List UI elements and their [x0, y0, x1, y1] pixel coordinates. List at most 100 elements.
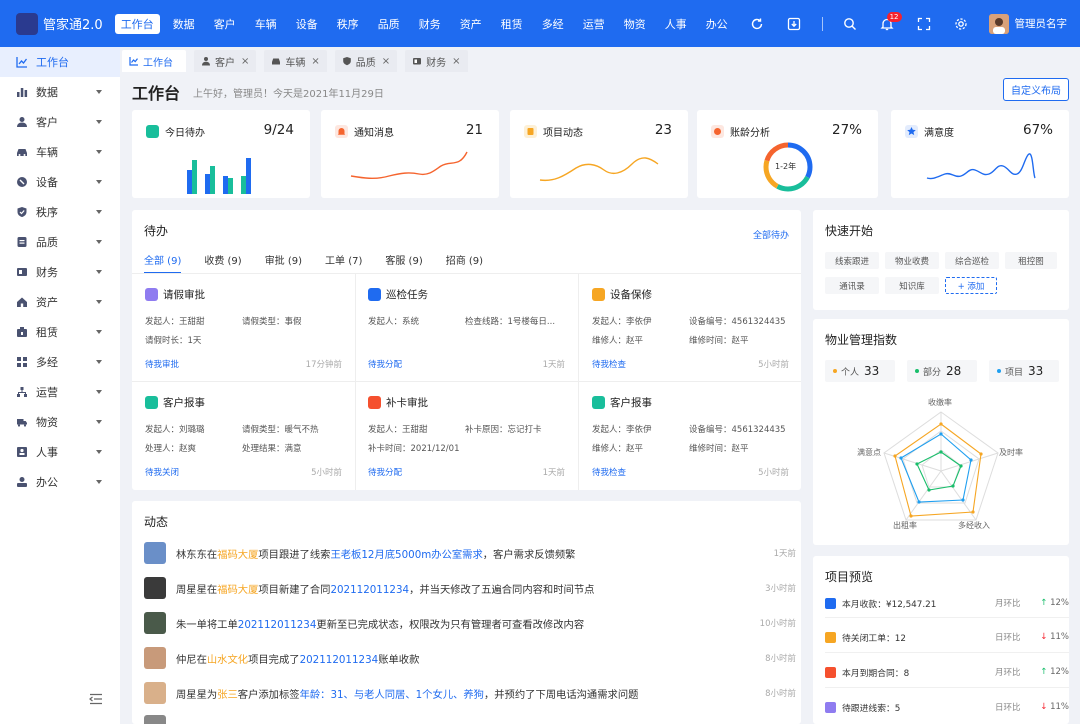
- activity-link[interactable]: 王老板12月底5000m办公室需求: [330, 549, 482, 561]
- refresh-icon[interactable]: [748, 15, 766, 33]
- todo-status-link[interactable]: 待我检查: [592, 358, 626, 370]
- activity-link[interactable]: 福码大厦: [217, 584, 258, 596]
- preview-row[interactable]: 待跟进线索：5 日环比 ↓ 11%: [825, 699, 1069, 715]
- sidebar-item-assets[interactable]: 资产: [0, 287, 120, 317]
- sidebar-item-vehicle[interactable]: 车辆: [0, 137, 120, 167]
- sidebar-item-data[interactable]: 数据: [0, 77, 120, 107]
- sidebar-item-quality[interactable]: 品质: [0, 227, 120, 257]
- quick-tag[interactable]: 综合巡检: [945, 252, 999, 269]
- gear-icon[interactable]: [952, 15, 970, 33]
- index-tab-personal[interactable]: 个人 33: [825, 360, 895, 382]
- activity-link[interactable]: 年龄：31、与老人同居、1个女儿、养狗: [300, 689, 484, 701]
- sidebar-item-device[interactable]: 设备: [0, 167, 120, 197]
- todo-card[interactable]: 补卡审批 发起人：王甜甜 补卡原因：忘记打卡 补卡时间：2021/12/01 待…: [355, 382, 577, 489]
- stat-card-aging-analysis[interactable]: 账龄分析 27% 1-2年: [697, 110, 878, 198]
- topnav-item[interactable]: 办公: [706, 16, 728, 32]
- tab-finance[interactable]: 财务 ×: [405, 50, 468, 72]
- sidebar-item-operation[interactable]: 运营: [0, 377, 120, 407]
- tab-vehicle[interactable]: 车辆 ×: [264, 50, 327, 72]
- activity-link[interactable]: 福码大厦: [217, 549, 258, 561]
- search-icon[interactable]: [841, 15, 859, 33]
- topnav-item[interactable]: 财务: [419, 16, 441, 32]
- activity-link[interactable]: 张三: [217, 689, 238, 701]
- todo-status-link[interactable]: 待我分配: [368, 466, 402, 478]
- todo-tab-all[interactable]: 全部 (9): [144, 252, 182, 274]
- activity-item[interactable]: 周星星为张三客户添加标签年龄：31、与老人同居、1个女儿、养狗，并预约了下周电话…: [144, 682, 796, 704]
- sidebar-item-order[interactable]: 秩序: [0, 197, 120, 227]
- activity-link[interactable]: 山水文化: [207, 654, 248, 666]
- sidebar-item-customer[interactable]: 客户: [0, 107, 120, 137]
- topnav-item[interactable]: 设备: [296, 16, 318, 32]
- topnav-item-workbench[interactable]: 工作台: [114, 13, 160, 34]
- sidebar-item-office[interactable]: 办公: [0, 467, 120, 497]
- collapse-menu-icon[interactable]: [89, 693, 103, 708]
- topnav-item[interactable]: 人事: [665, 16, 687, 32]
- custom-layout-button[interactable]: 自定义布局: [1003, 78, 1069, 101]
- quick-tag[interactable]: 物业收费: [885, 252, 939, 269]
- index-tab-project[interactable]: 项目 33: [989, 360, 1059, 382]
- close-icon[interactable]: ×: [382, 56, 390, 67]
- user-name[interactable]: 管理员名字: [1015, 16, 1068, 31]
- add-shortcut-button[interactable]: + 添加: [945, 277, 997, 294]
- activity-item[interactable]: 林东东在福码大厦项目跟进了线索王老板12月底5000m办公室需求，客户需求反馈频…: [144, 542, 796, 564]
- topnav-item[interactable]: 多经: [542, 16, 564, 32]
- stat-card-today-todo[interactable]: 今日待办 9/24: [132, 110, 310, 198]
- activity-link[interactable]: 202112011234: [300, 654, 379, 666]
- quick-tag[interactable]: 线索跟进: [825, 252, 879, 269]
- topnav-item[interactable]: 资产: [460, 16, 482, 32]
- sidebar-item-multi[interactable]: 多经: [0, 347, 120, 377]
- stat-card-notifications[interactable]: 通知消息 21: [321, 110, 499, 198]
- sidebar-item-finance[interactable]: 财务: [0, 257, 120, 287]
- stat-card-project-dynamics[interactable]: 项目动态 23: [510, 110, 688, 198]
- sidebar-item-hr[interactable]: 人事: [0, 437, 120, 467]
- todo-tab-investment[interactable]: 招商 (9): [446, 252, 483, 274]
- index-tab-partial[interactable]: 部分 28: [907, 360, 977, 382]
- topnav-item[interactable]: 数据: [173, 16, 195, 32]
- todo-status-link[interactable]: 待我关闭: [145, 466, 179, 478]
- todo-card[interactable]: 客户报事 发起人：刘璐璐 请假类型：暖气不热 处理人：赵爽 处理结果：满意 待我…: [132, 382, 354, 489]
- tab-quality[interactable]: 品质 ×: [334, 50, 398, 72]
- todo-card[interactable]: 巡检任务 发起人：系统 检查线路：1号楼每日... 待我分配 1天前: [355, 274, 577, 381]
- tab-customer[interactable]: 客户 ×: [194, 50, 257, 72]
- bell-icon[interactable]: 12: [878, 11, 902, 33]
- activity-item[interactable]: 周星星在福码大厦项目新建了合同202112011234，并当天修改了五遍合同内容…: [144, 577, 796, 599]
- preview-row[interactable]: 待关闭工单：12 日环比 ↓ 11%: [825, 629, 1069, 645]
- close-icon[interactable]: ×: [241, 56, 249, 67]
- sidebar-item-lease[interactable]: 租赁: [0, 317, 120, 347]
- todo-tab-approval[interactable]: 审批 (9): [265, 252, 302, 274]
- all-todo-link[interactable]: 全部待办: [753, 228, 789, 241]
- quick-tag[interactable]: 租控图: [1005, 252, 1057, 269]
- quick-tag[interactable]: 知识库: [885, 277, 939, 294]
- topnav-item[interactable]: 车辆: [255, 16, 277, 32]
- close-icon[interactable]: ×: [452, 56, 460, 67]
- sidebar-item-workbench[interactable]: 工作台: [0, 47, 120, 77]
- sidebar-item-materials[interactable]: 物资: [0, 407, 120, 437]
- todo-card[interactable]: 客户报事 发起人：李依伊 设备编号：4561324435 维修人：赵平 维修时间…: [579, 382, 801, 489]
- todo-status-link[interactable]: 待我检查: [592, 466, 626, 478]
- topnav-item[interactable]: 客户: [214, 16, 236, 32]
- activity-link[interactable]: 202112011234: [330, 584, 409, 596]
- tab-workbench[interactable]: 工作台: [122, 50, 186, 72]
- user-avatar[interactable]: [988, 13, 1009, 34]
- stat-card-satisfaction[interactable]: 满意度 67%: [891, 110, 1069, 198]
- todo-card[interactable]: 请假审批 发起人：王甜甜 请假类型：事假 请假时长：1天 待我审批 17分钟前: [132, 274, 354, 381]
- activity-link[interactable]: 202112011234: [238, 619, 317, 631]
- topnav-item[interactable]: 租赁: [501, 16, 523, 32]
- todo-status-link[interactable]: 待我审批: [145, 358, 179, 370]
- activity-item[interactable]: [144, 715, 796, 724]
- preview-row[interactable]: 本月到期合同：8 月环比 ↑ 12%: [825, 664, 1069, 680]
- quick-tag[interactable]: 通讯录: [825, 277, 879, 294]
- todo-tab-fee[interactable]: 收费 (9): [204, 252, 241, 274]
- todo-tab-service[interactable]: 客服 (9): [385, 252, 422, 274]
- activity-item[interactable]: 仲尼在山水文化项目完成了202112011234账单收款 8小时前: [144, 647, 796, 669]
- activity-item[interactable]: 朱一单将工单202112011234更新至已完成状态，权限改为只有管理者可查看改…: [144, 612, 796, 634]
- close-icon[interactable]: ×: [311, 56, 319, 67]
- download-icon[interactable]: [785, 15, 803, 33]
- todo-status-link[interactable]: 待我分配: [368, 358, 402, 370]
- todo-tab-workorder[interactable]: 工单 (7): [325, 252, 362, 274]
- topnav-item[interactable]: 品质: [378, 16, 400, 32]
- todo-card[interactable]: 设备保修 发起人：李依伊 设备编号：4561324435 维修人：赵平 维修时间…: [579, 274, 801, 381]
- preview-row[interactable]: 本月收款：¥12,547.21 月环比 ↑ 12%: [825, 595, 1069, 611]
- topnav-item[interactable]: 运营: [583, 16, 605, 32]
- topnav-item[interactable]: 物资: [624, 16, 646, 32]
